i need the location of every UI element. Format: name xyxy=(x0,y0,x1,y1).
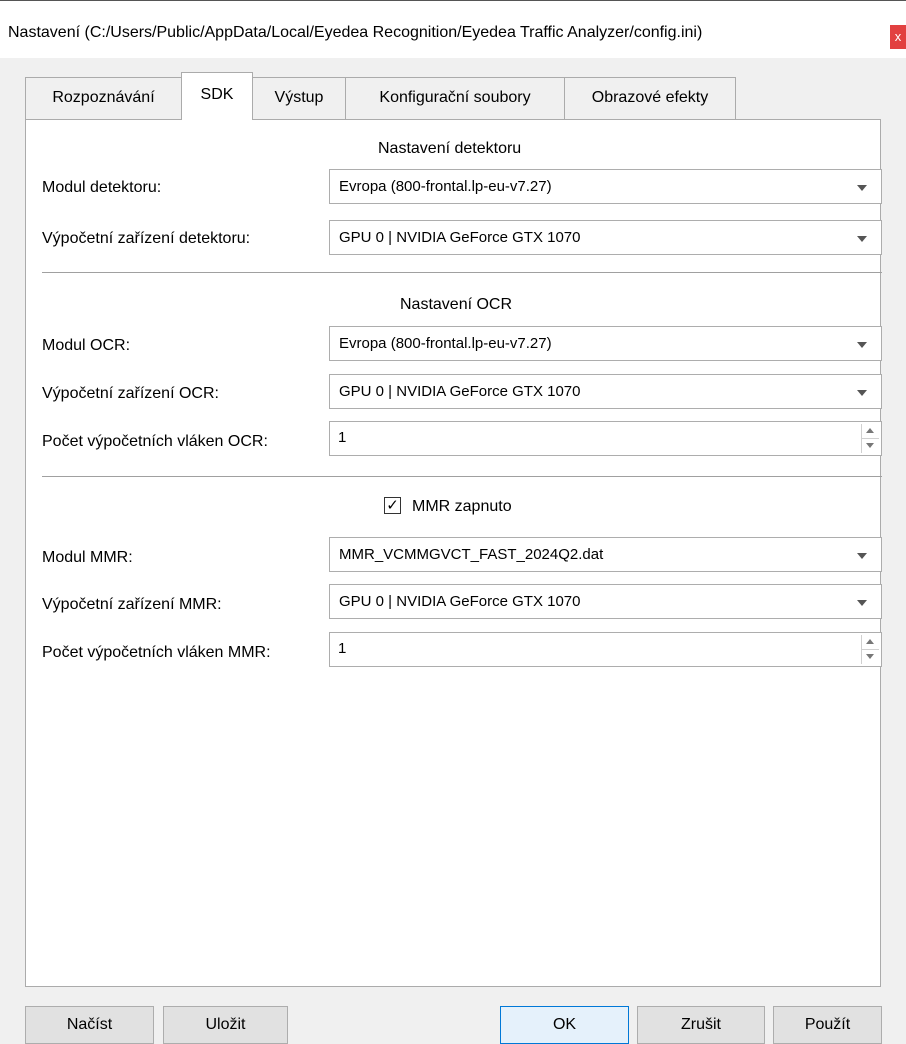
ocr-threads-label: Počet výpočetních vláken OCR: xyxy=(42,433,268,450)
mmr-threads-label: Počet výpočetních vláken MMR: xyxy=(42,644,271,661)
tab-konfiguracni-soubory[interactable]: Konfigurační soubory xyxy=(345,77,565,119)
spin-down-button[interactable] xyxy=(862,439,879,453)
ocr-module-value: Evropa (800-frontal.lp-eu-v7.27) xyxy=(339,335,552,352)
ocr-heading: Nastavení OCR xyxy=(400,296,513,313)
spin-down-button[interactable] xyxy=(862,650,879,664)
ok-button[interactable]: OK xyxy=(500,1006,629,1044)
chevron-down-icon xyxy=(857,553,867,559)
mmr-enabled-label[interactable]: MMR zapnuto xyxy=(412,498,512,516)
divider xyxy=(42,476,882,477)
mmr-enabled-checkbox[interactable]: ✓ xyxy=(384,497,401,514)
mmr-device-value: GPU 0 | NVIDIA GeForce GTX 1070 xyxy=(339,593,581,610)
spin-buttons xyxy=(861,635,879,664)
arrow-down-icon xyxy=(866,654,874,659)
mmr-threads-input[interactable] xyxy=(338,640,838,657)
ocr-threads-input[interactable] xyxy=(338,429,838,446)
mmr-module-label: Modul MMR: xyxy=(42,549,133,566)
mmr-device-select[interactable]: GPU 0 | NVIDIA GeForce GTX 1070 xyxy=(329,584,882,619)
ocr-module-label: Modul OCR: xyxy=(42,337,131,354)
cancel-button[interactable]: Zrušit xyxy=(637,1006,765,1044)
arrow-up-icon xyxy=(866,639,874,644)
mmr-module-select[interactable]: MMR_VCMMGVCT_FAST_2024Q2.dat xyxy=(329,537,882,572)
save-button[interactable]: Uložit xyxy=(163,1006,288,1044)
ocr-module-select[interactable]: Evropa (800-frontal.lp-eu-v7.27) xyxy=(329,326,882,361)
detector-module-select[interactable]: Evropa (800-frontal.lp-eu-v7.27) xyxy=(329,169,882,204)
chevron-down-icon xyxy=(857,185,867,191)
spin-buttons xyxy=(861,424,879,453)
ocr-device-label: Výpočetní zařízení OCR: xyxy=(42,385,219,402)
tab-obrazove-efekty[interactable]: Obrazové efekty xyxy=(564,77,736,119)
detector-device-label: Výpočetní zařízení detektoru: xyxy=(42,230,251,247)
detector-device-select[interactable]: GPU 0 | NVIDIA GeForce GTX 1070 xyxy=(329,220,882,255)
arrow-down-icon xyxy=(866,443,874,448)
mmr-threads-spinbox xyxy=(329,632,882,667)
detector-module-label: Modul detektoru: xyxy=(42,179,162,196)
divider xyxy=(42,272,882,273)
ocr-threads-spinbox xyxy=(329,421,882,456)
detector-heading: Nastavení detektoru xyxy=(378,140,522,157)
mmr-device-label: Výpočetní zařízení MMR: xyxy=(42,596,222,613)
spin-up-button[interactable] xyxy=(862,424,879,439)
ocr-device-select[interactable]: GPU 0 | NVIDIA GeForce GTX 1070 xyxy=(329,374,882,409)
mmr-module-value: MMR_VCMMGVCT_FAST_2024Q2.dat xyxy=(339,546,604,563)
tab-rozpoznavani[interactable]: Rozpoznávání xyxy=(25,77,182,119)
chevron-down-icon xyxy=(857,236,867,242)
tab-vystup[interactable]: Výstup xyxy=(252,77,346,119)
apply-button[interactable]: Použít xyxy=(773,1006,882,1044)
window-title: Nastavení (C:/Users/Public/AppData/Local… xyxy=(8,24,703,41)
chevron-down-icon xyxy=(857,342,867,348)
chevron-down-icon xyxy=(857,390,867,396)
detector-device-value: GPU 0 | NVIDIA GeForce GTX 1070 xyxy=(339,229,581,246)
detector-module-value: Evropa (800-frontal.lp-eu-v7.27) xyxy=(339,178,552,195)
ocr-device-value: GPU 0 | NVIDIA GeForce GTX 1070 xyxy=(339,383,581,400)
spin-up-button[interactable] xyxy=(862,635,879,650)
title-bar: Nastavení (C:/Users/Public/AppData/Local… xyxy=(0,0,906,58)
load-button[interactable]: Načíst xyxy=(25,1006,154,1044)
chevron-down-icon xyxy=(857,600,867,606)
tab-sdk[interactable]: SDK xyxy=(181,72,253,120)
arrow-up-icon xyxy=(866,428,874,433)
close-button[interactable]: x xyxy=(890,25,906,49)
